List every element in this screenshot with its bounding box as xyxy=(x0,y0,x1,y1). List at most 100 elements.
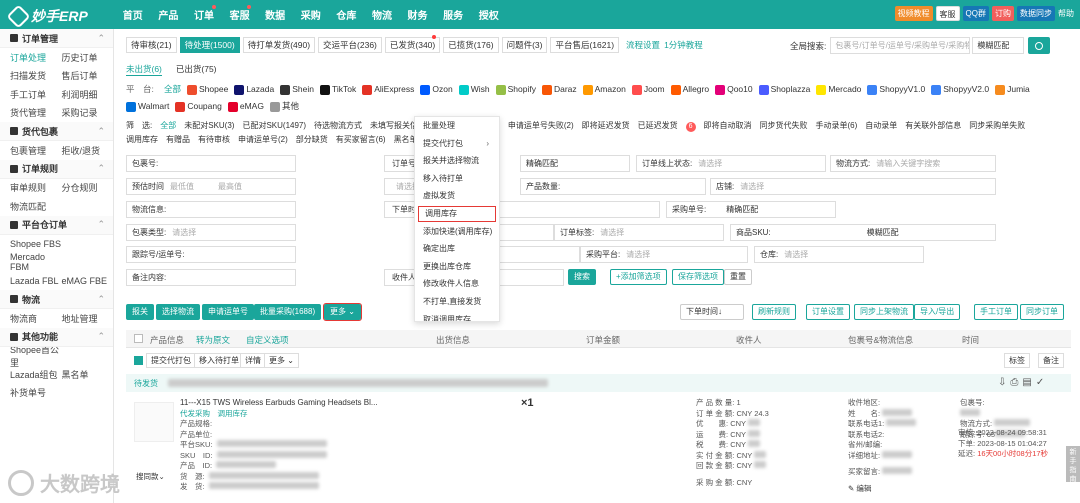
platform-15[interactable]: Mercado xyxy=(816,81,861,98)
filter-18[interactable]: 申请运单号(2) xyxy=(238,135,288,144)
sidebar-group-0[interactable]: 订单管理 ⌃ xyxy=(0,29,113,48)
package-no-field[interactable]: 包裹号: xyxy=(126,155,296,172)
platform-6[interactable]: Ozon xyxy=(420,81,453,98)
sidebar-group-1[interactable]: 货代包裹 ⌃ xyxy=(0,122,113,141)
bulk-detail[interactable]: 详情 xyxy=(240,353,266,368)
subtab-shipped[interactable]: 已出货(75) xyxy=(176,63,217,76)
platform-16[interactable]: ShopyyV1.0 xyxy=(867,81,925,98)
sort-select[interactable]: 下单时间↓ xyxy=(680,304,744,320)
bulk-submit-pack[interactable]: 提交代打包 xyxy=(146,353,196,368)
nav-item-0[interactable]: 首页 xyxy=(115,7,151,22)
platform-11[interactable]: Joom xyxy=(631,81,665,98)
platform-10[interactable]: Amazon xyxy=(582,81,626,98)
sidebar-item[interactable]: Mercado FBM xyxy=(10,252,62,272)
platform-20[interactable]: Coupang xyxy=(175,98,222,115)
store-select[interactable]: 店铺: 请选择 xyxy=(710,178,996,195)
sidebar-item[interactable]: 历史订单 xyxy=(62,51,114,64)
tag-button[interactable]: 标签 xyxy=(1004,353,1030,368)
platform-7[interactable]: Wish xyxy=(458,81,490,98)
sidebar-item[interactable]: eMAG FBE xyxy=(62,276,114,286)
platform-19[interactable]: Walmart xyxy=(126,98,169,115)
filter-8[interactable]: 已延迟发货 xyxy=(638,121,678,130)
search-icon[interactable] xyxy=(1028,37,1051,54)
platform-12[interactable]: Allegro xyxy=(670,81,709,98)
order-match-select[interactable]: 精确匹配 xyxy=(520,155,630,172)
row-action-icons[interactable]: ⇩⎙▤✓ xyxy=(998,377,1048,388)
filter-0[interactable]: 全部 xyxy=(160,121,176,130)
filter-12[interactable]: 自动录单 xyxy=(865,121,897,130)
sidebar-group-3[interactable]: 平台仓订单 ⌃ xyxy=(0,215,113,235)
nav-item-8[interactable]: 财务 xyxy=(400,7,436,22)
sidebar-item[interactable]: 物流匹配 xyxy=(10,200,62,213)
warehouse-select[interactable]: 仓库: 请选择 xyxy=(754,246,924,263)
filter-7[interactable]: 即将延迟发货 xyxy=(582,121,630,130)
sync-logistics-button[interactable]: 同步上架物流 xyxy=(854,304,914,320)
platform-2[interactable]: Lazada xyxy=(234,81,274,98)
sidebar-group-4[interactable]: 物流 ⌃ xyxy=(0,290,113,309)
select-all-checkbox[interactable] xyxy=(134,334,143,343)
online-status-select[interactable]: 订单线上状态: 请选择 xyxy=(636,155,826,172)
sidebar-item[interactable]: 审单规则 xyxy=(10,181,62,194)
order-settings-button[interactable]: 订单设置 xyxy=(806,304,850,320)
sidebar-item[interactable]: 售后订单 xyxy=(62,69,114,82)
sidebar-item[interactable]: 分仓规则 xyxy=(62,181,114,194)
sidebar-item[interactable]: 手工订单 xyxy=(10,88,62,101)
track-no-field[interactable]: 跟踪号/运单号: xyxy=(126,246,296,263)
sidebar-item[interactable]: 补货单号 xyxy=(10,386,62,399)
menu-item-8[interactable]: 更换出库仓库 xyxy=(415,258,499,276)
sidebar-item[interactable]: 黑名单 xyxy=(62,368,114,381)
tab-link-0[interactable]: 流程设置 xyxy=(626,37,660,53)
sidebar-item[interactable]: 订单处理 xyxy=(10,51,62,64)
menu-item-4[interactable]: 虚拟发货 xyxy=(415,187,499,205)
sidebar-item[interactable]: Lazada组包 xyxy=(10,368,62,381)
apply-tracking-button[interactable]: 申请运单号 xyxy=(202,304,254,320)
bulk-checkbox[interactable] xyxy=(134,356,143,365)
bulk-more[interactable]: 更多 ⌄ xyxy=(264,353,299,368)
select-logistics-button[interactable]: 选择物流 xyxy=(156,304,200,320)
package-type-select[interactable]: 包裹类型: 请选择 xyxy=(126,224,296,241)
subscribe-button[interactable]: 订购 xyxy=(992,6,1014,21)
filter-9[interactable]: 即将自动取消 xyxy=(704,121,752,130)
sidebar-group-2[interactable]: 订单规则 ⌃ xyxy=(0,159,113,179)
platform-22[interactable]: 其他 xyxy=(269,98,299,115)
sidebar-item[interactable]: Shopee FBS xyxy=(10,239,62,249)
menu-item-2[interactable]: 报关并选择物流 xyxy=(415,152,499,170)
filter-13[interactable]: 有关联外部信息 xyxy=(905,121,961,130)
bulk-move-print[interactable]: 移入待打单 xyxy=(194,353,244,368)
menu-item-1[interactable]: 提交代打包 › xyxy=(415,135,499,153)
sku-field[interactable]: 商品SKU: 模糊匹配 xyxy=(730,224,996,241)
platform-0[interactable]: 全部 xyxy=(164,81,181,98)
platform-13[interactable]: Qoo10 xyxy=(715,81,753,98)
status-tab-4[interactable]: 已发货(340) xyxy=(384,35,441,53)
help-link[interactable]: 帮助 xyxy=(1058,8,1074,19)
filter-10[interactable]: 同步货代失败 xyxy=(760,121,808,130)
remark-content-field[interactable]: 备注内容: xyxy=(126,269,296,286)
filter-15[interactable]: 调用库存 xyxy=(126,135,158,144)
menu-item-10[interactable]: 不打单,直接发货 xyxy=(415,293,499,311)
pre-time-field[interactable]: 预估时间 最低值 最高值 xyxy=(126,178,296,195)
status-tab-1[interactable]: 待处理(1500) xyxy=(179,37,240,53)
platform-5[interactable]: AliExpress xyxy=(362,81,414,98)
more-button[interactable]: 更多 ⌄ xyxy=(323,303,362,321)
import-export-button[interactable]: 导入/导出 xyxy=(914,304,961,320)
edit-receiver-link[interactable]: ✎ 编辑 xyxy=(848,484,948,495)
nav-item-5[interactable]: 采购 xyxy=(293,7,329,22)
search-input[interactable]: 包裹号/订单号/运单号/采购单号/采购物流 xyxy=(830,37,971,54)
search-mode-select[interactable]: 模糊匹配 xyxy=(972,37,1025,54)
platform-1[interactable]: Shopee xyxy=(187,81,228,98)
sidebar-item[interactable]: Lazada FBL xyxy=(10,276,62,286)
manual-order-button[interactable]: 手工订单 xyxy=(974,304,1018,320)
sidebar-item[interactable]: 物流商 xyxy=(10,312,62,325)
menu-item-0[interactable]: 批量处理 xyxy=(415,117,499,135)
declare-button[interactable]: 报关 xyxy=(126,304,154,320)
reset-button[interactable]: 重置 xyxy=(724,269,752,285)
menu-item-6[interactable]: 添加快递(调用库存) xyxy=(415,223,499,241)
search-button[interactable]: 搜索 xyxy=(568,269,596,285)
service-button[interactable]: 客服 xyxy=(935,6,960,21)
tab-link-1[interactable]: 1分钟教程 xyxy=(664,37,703,53)
video-tutorial-button[interactable]: 视频教程 xyxy=(894,6,933,21)
remark-button[interactable]: 备注 xyxy=(1038,353,1064,368)
nav-item-9[interactable]: 服务 xyxy=(435,7,471,22)
sync-orders-button[interactable]: 同步订单 xyxy=(1020,304,1064,320)
sidebar-item[interactable]: 地址管理 xyxy=(62,312,114,325)
